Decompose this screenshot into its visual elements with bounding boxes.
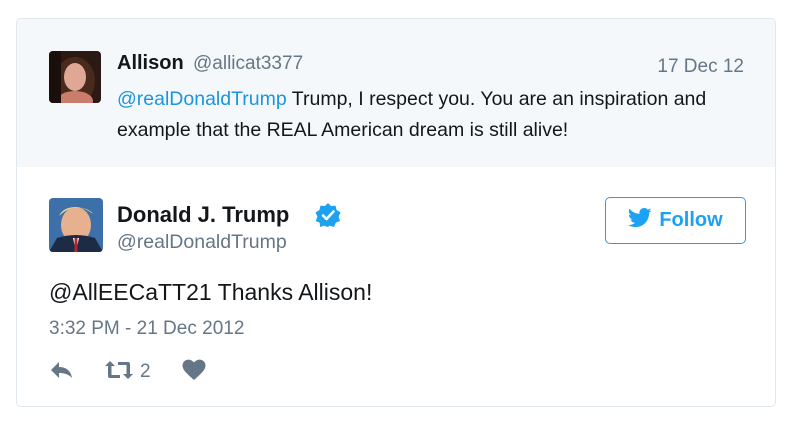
retweet-button[interactable]: 2 — [104, 358, 151, 386]
reply-button[interactable] — [49, 358, 75, 386]
follow-label: Follow — [659, 209, 723, 231]
follow-button[interactable]: Follow — [605, 197, 746, 244]
reply-icon — [49, 359, 75, 386]
like-button[interactable] — [182, 358, 206, 386]
parent-mention-link[interactable]: @realDonaldTrump — [117, 88, 287, 110]
parent-tweet-text: @realDonaldTrump Trump, I respect you. Y… — [117, 84, 747, 146]
retweet-count: 2 — [140, 361, 151, 382]
parent-tweet-date[interactable]: 17 Dec 12 — [657, 56, 744, 78]
retweet-icon — [104, 359, 134, 386]
twitter-bird-icon — [628, 208, 659, 233]
main-avatar[interactable] — [49, 198, 103, 252]
parent-author-name[interactable]: Allison — [117, 52, 184, 75]
main-author-name[interactable]: Donald J. Trump — [117, 202, 289, 228]
verified-badge-icon — [315, 202, 341, 228]
main-tweet-text: @AllEECaTT21 Thanks Allison! — [49, 279, 373, 305]
tweet-actions: 2 — [49, 358, 349, 386]
parent-author-handle[interactable]: @allicat3377 — [193, 53, 303, 75]
heart-icon — [182, 359, 206, 386]
parent-avatar[interactable] — [49, 51, 101, 103]
embedded-tweet-card: Allison @allicat3377 17 Dec 12 @realDona… — [16, 18, 776, 407]
main-tweet-timestamp[interactable]: 3:32 PM - 21 Dec 2012 — [49, 318, 244, 340]
parent-tweet[interactable]: Allison @allicat3377 17 Dec 12 @realDona… — [17, 19, 775, 167]
main-author-handle[interactable]: @realDonaldTrump — [117, 231, 287, 254]
